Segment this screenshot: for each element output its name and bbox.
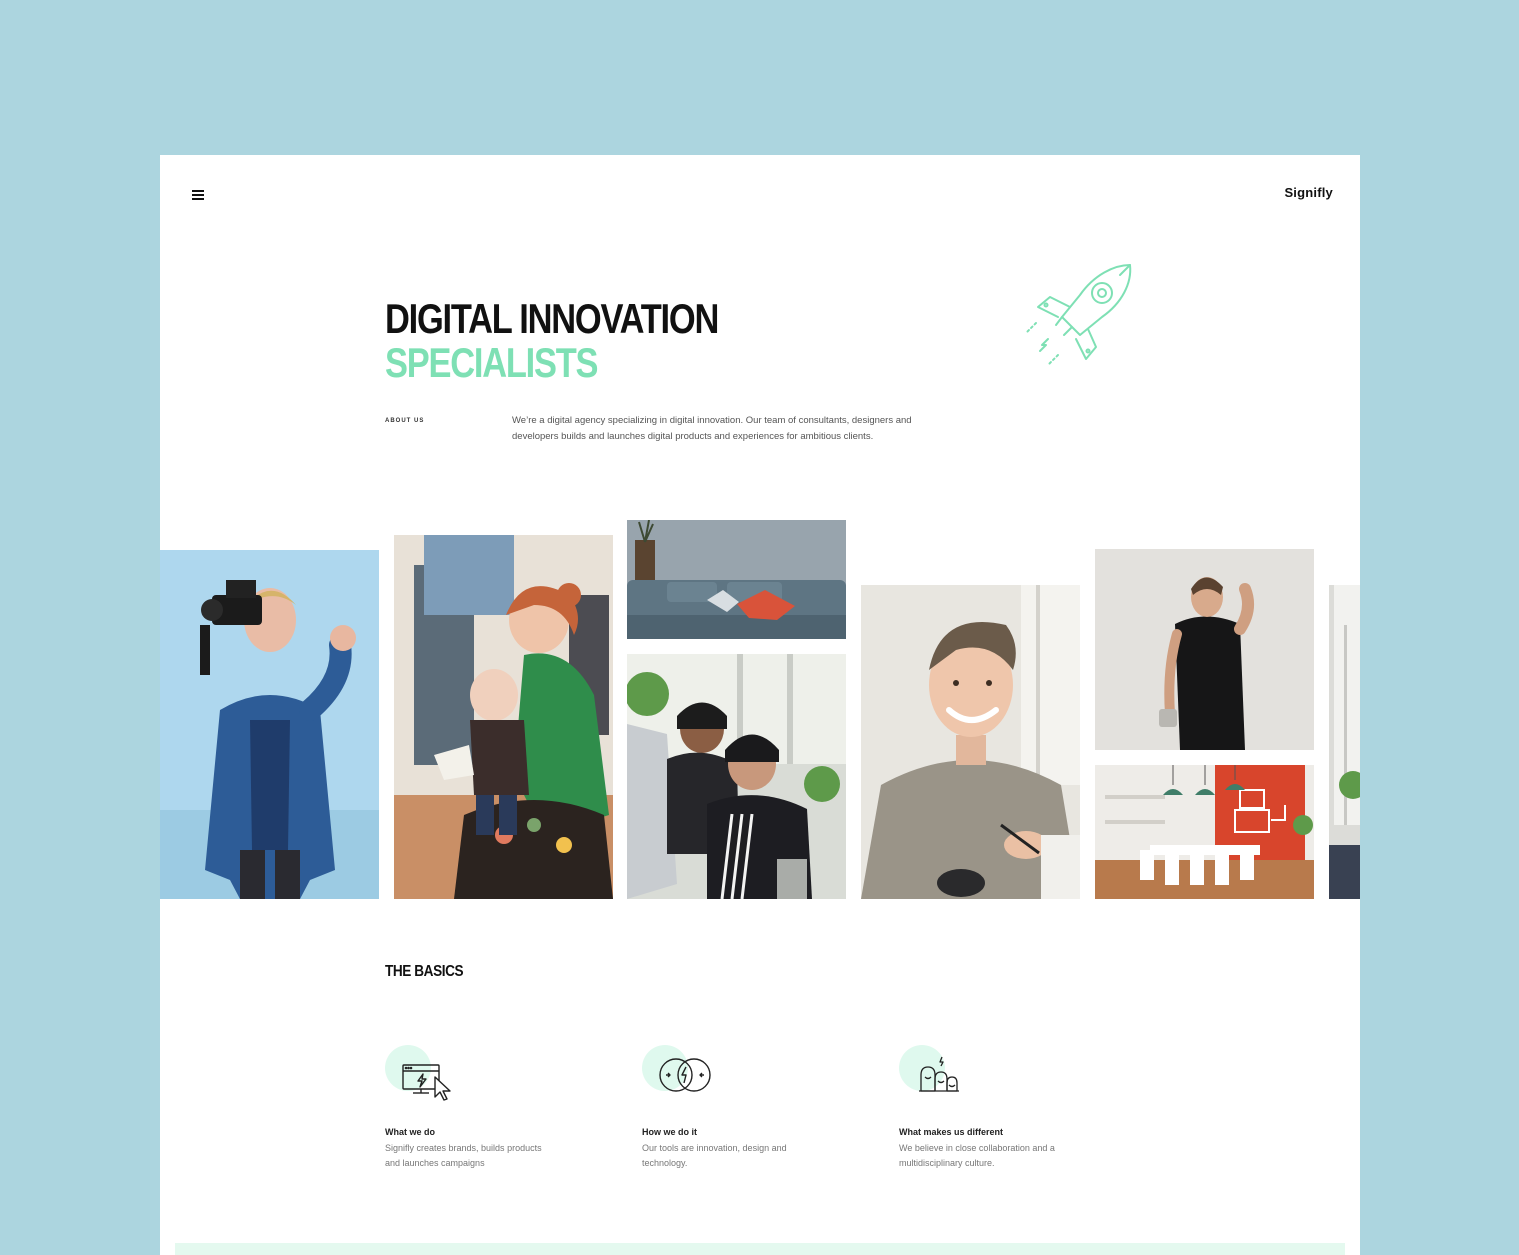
feature-title: What we do bbox=[385, 1127, 435, 1137]
hero-title-line1: DIGITAL INNOVATION bbox=[385, 295, 719, 342]
coworkers-photo bbox=[627, 654, 846, 899]
office-kitchen-photo bbox=[1095, 765, 1314, 899]
feature-description: Signifly creates brands, builds products… bbox=[385, 1143, 542, 1168]
man-with-mug-photo bbox=[1095, 549, 1314, 750]
hamburger-menu-icon[interactable] bbox=[192, 190, 204, 200]
feature-title: How we do it bbox=[642, 1127, 697, 1137]
hero-title: DIGITAL INNOVATION SPECIALISTS bbox=[385, 295, 719, 386]
woman-with-child-photo bbox=[394, 535, 613, 899]
videographer-photo bbox=[160, 550, 379, 899]
rocket-icon bbox=[1025, 264, 1132, 366]
about-text: We’re a digital agency specializing in d… bbox=[512, 415, 912, 442]
overlapping-circles-icon bbox=[642, 1045, 722, 1105]
hero-title-line2: SPECIALISTS bbox=[385, 339, 599, 386]
feature-what-we-do: What we do Signifly creates brands, buil… bbox=[385, 1045, 555, 1168]
sofa-photo bbox=[627, 520, 846, 639]
logo[interactable]: Signifly bbox=[1284, 185, 1333, 200]
footer-strip bbox=[175, 1243, 1345, 1255]
feature-how-we-do-it: How we do it Our tools are innovation, d… bbox=[642, 1045, 812, 1168]
feature-title: What makes us different bbox=[899, 1127, 1004, 1137]
computer-cursor-icon bbox=[385, 1045, 465, 1105]
window-photo bbox=[1329, 585, 1360, 899]
page-container: Signifly DIGITAL INNOVATION SPECIALISTS … bbox=[160, 155, 1360, 1255]
team-faces-icon bbox=[899, 1045, 979, 1105]
about-label: ABOUT US bbox=[385, 418, 425, 424]
feature-description: Our tools are innovation, design and tec… bbox=[642, 1143, 787, 1168]
basics-title: THE BASICS bbox=[385, 963, 464, 980]
feature-what-makes-us-different: What makes us different We believe in cl… bbox=[899, 1045, 1069, 1168]
smiling-man-photo bbox=[861, 585, 1080, 899]
feature-description: We believe in close collaboration and a … bbox=[899, 1143, 1055, 1168]
